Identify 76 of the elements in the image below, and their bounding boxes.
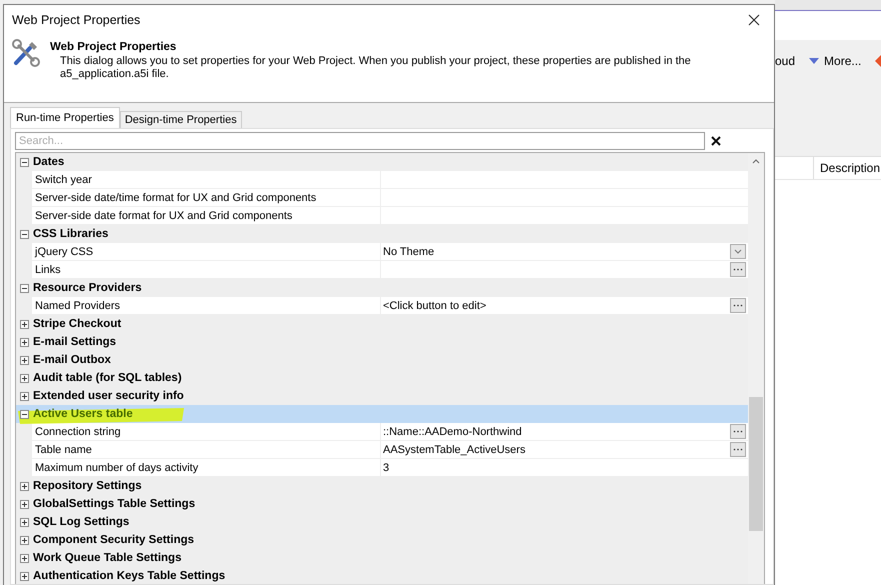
ellipsis-icon [733,304,743,307]
property-value[interactable]: ::Name::AADemo-Northwind [381,423,748,441]
scroll-thumb[interactable] [749,397,763,531]
caret-icon [809,58,820,64]
tab[interactable]: Design-time Properties [120,111,242,128]
tools-icon [12,39,40,67]
group-label: Resource Providers [33,282,142,294]
toolbar-label: oud [775,54,796,68]
plus-icon [21,374,28,382]
plus-icon [21,356,28,364]
group-label: Authentication Keys Table Settings [33,570,226,582]
plus-icon [21,554,28,562]
expand-toggle[interactable] [20,374,29,382]
group-label: Dates [33,156,64,168]
dropdown-button[interactable] [730,244,746,259]
ellipsis-icon [733,430,743,433]
group-label: Extended user security info [33,390,184,402]
group-label: SQL Log Settings [33,516,130,528]
property-name: Named Providers [32,297,381,315]
group-label: Stripe Checkout [33,318,122,330]
group-label: Active Users table [33,408,133,420]
expand-toggle[interactable] [20,392,29,400]
plus-icon [21,518,28,526]
close-icon [711,136,721,146]
expand-toggle[interactable] [20,554,29,562]
clear-button[interactable] [711,136,721,146]
tab[interactable]: Run-time Properties [10,107,120,128]
property-name: Switch year [32,171,381,189]
plus-icon [21,482,28,490]
ellipsis-icon [733,448,743,451]
expand-toggle[interactable] [20,500,29,508]
group-label: CSS Libraries [33,228,108,240]
expand-toggle[interactable] [20,284,29,292]
property-name: jQuery CSS [32,243,381,261]
plus-icon [21,572,28,580]
expand-toggle[interactable] [20,536,29,544]
expand-toggle[interactable] [20,230,29,238]
plus-icon [21,392,28,400]
expand-toggle[interactable] [20,320,29,328]
search-field[interactable]: Search... [15,132,705,150]
property-name: Links [32,261,381,279]
expand-toggle[interactable] [20,338,29,346]
caret-icon [734,249,742,254]
property-value[interactable]: No Theme [381,243,748,261]
property-name: Server-side date format for UX and Grid components [32,207,381,225]
ellipsis-icon [733,268,743,271]
property-value[interactable]: 3 [381,459,748,477]
group-label: GlobalSettings Table Settings [33,498,196,510]
property-value[interactable]: AASystemTable_ActiveUsers [381,441,748,459]
window-title: Web Project Properties [12,13,140,27]
more-menu[interactable]: More... [809,54,862,68]
expand-toggle[interactable] [20,572,29,580]
expand-toggle[interactable] [20,410,29,418]
expand-toggle[interactable] [20,518,29,526]
property-name: Connection string [32,423,381,441]
plus-icon [21,338,28,346]
group-label: Audit table (for SQL tables) [33,372,182,384]
group-label: Work Queue Table Settings [33,552,182,564]
plus-icon [21,320,28,328]
close-icon [748,14,760,26]
property-name: Table name [32,441,381,459]
expand-toggle[interactable] [20,356,29,364]
group-label: Repository Settings [33,480,142,492]
group-label: E-mail Settings [33,336,116,348]
expand-toggle[interactable] [20,482,29,490]
plus-icon [21,536,28,544]
group-label: Component Security Settings [33,534,194,546]
header-description: This dialog allows you to set properties for your Web Project. When you publish your project, these properties are published in the a5_application.a5i file. [59,55,692,81]
group-label: E-mail Outbox [33,354,111,366]
plus-icon [21,500,28,508]
group-row[interactable]: Active Users table [16,405,748,423]
property-name: Server-side date/time format for UX and Grid components [32,189,381,207]
header-title: Web Project Properties [50,41,178,53]
expand-toggle[interactable] [20,158,29,166]
property-value[interactable]: <Click button to edit> [381,297,748,315]
property-name: Maximum number of days activity [32,459,381,477]
